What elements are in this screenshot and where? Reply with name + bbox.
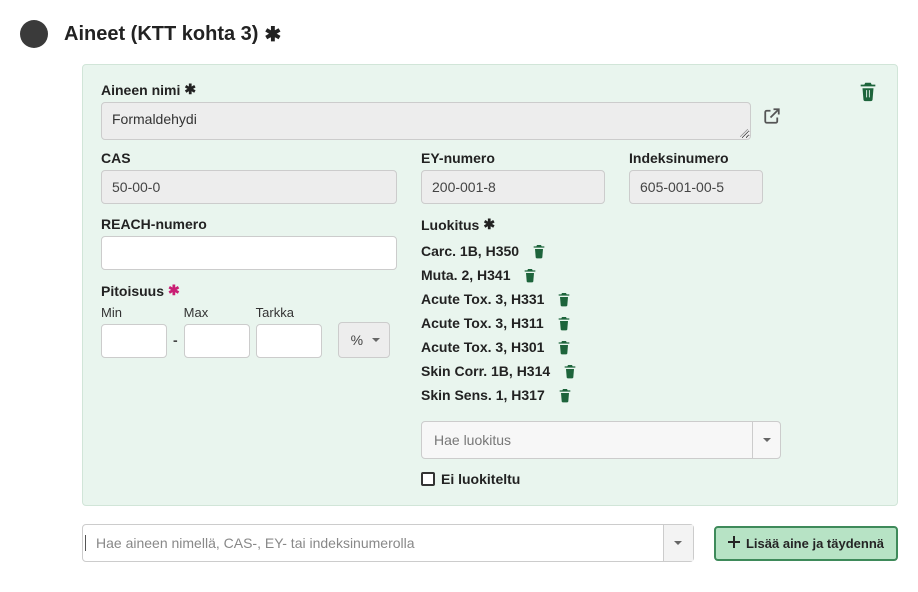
name-label: Aineen nimi ✱ xyxy=(101,81,751,98)
classification-list: Carc. 1B, H350 Muta. 2, H341 Acute Tox. 3,… xyxy=(421,239,879,407)
section-title: Aineet (KTT kohta 3) ✱ xyxy=(64,22,281,47)
classification-text: Muta. 2, H341 xyxy=(421,267,510,283)
substance-search-placeholder: Hae aineen nimellä, CAS-, EY- tai indeks… xyxy=(85,535,663,551)
delete-classification-button[interactable] xyxy=(556,314,572,332)
cas-input[interactable] xyxy=(101,170,397,204)
classification-text: Skin Corr. 1B, H314 xyxy=(421,363,550,379)
ey-label: EY-numero xyxy=(421,150,605,166)
chevron-down-icon xyxy=(663,525,693,561)
delete-classification-button[interactable] xyxy=(522,266,538,284)
min-label: Min xyxy=(101,305,167,320)
reach-input[interactable] xyxy=(101,236,397,270)
delete-classification-button[interactable] xyxy=(557,386,573,404)
classification-row: Muta. 2, H341 xyxy=(421,263,879,287)
cas-label: CAS xyxy=(101,150,397,166)
luokitus-label: Luokitus ✱ xyxy=(421,216,879,233)
reach-label: REACH-numero xyxy=(101,216,397,232)
delete-substance-button[interactable] xyxy=(857,79,879,106)
classification-row: Carc. 1B, H350 xyxy=(421,239,879,263)
required-indicator: ✱ xyxy=(264,22,281,47)
not-classified-label: Ei luokiteltu xyxy=(441,471,520,487)
classification-text: Skin Sens. 1, H317 xyxy=(421,387,545,403)
pitoisuus-label: Pitoisuus✱ xyxy=(101,282,397,299)
delete-classification-button[interactable] xyxy=(562,362,578,380)
range-dash: - xyxy=(173,332,178,358)
classification-text: Acute Tox. 3, H331 xyxy=(421,291,544,307)
max-label: Max xyxy=(184,305,250,320)
substance-panel: Aineen nimi ✱ Formaldehydi CAS EY-numero xyxy=(82,64,898,506)
max-input[interactable] xyxy=(184,324,250,358)
classification-row: Acute Tox. 3, H311 xyxy=(421,311,879,335)
not-classified-checkbox[interactable] xyxy=(421,472,435,486)
classification-row: Skin Corr. 1B, H314 xyxy=(421,359,879,383)
unit-select[interactable]: % xyxy=(338,322,390,358)
name-input[interactable]: Formaldehydi xyxy=(101,102,751,140)
delete-classification-button[interactable] xyxy=(531,242,547,260)
idx-input[interactable] xyxy=(629,170,763,204)
ey-input[interactable] xyxy=(421,170,605,204)
external-link-icon[interactable] xyxy=(763,107,781,125)
required-indicator: ✱ xyxy=(483,216,495,233)
classification-text: Acute Tox. 3, H301 xyxy=(421,339,544,355)
chevron-down-icon xyxy=(371,335,381,345)
section-bullet[interactable] xyxy=(20,20,48,48)
tarkka-label: Tarkka xyxy=(256,305,322,320)
classification-row: Acute Tox. 3, H301 xyxy=(421,335,879,359)
delete-classification-button[interactable] xyxy=(556,338,572,356)
chevron-down-icon xyxy=(752,422,780,458)
delete-classification-button[interactable] xyxy=(556,290,572,308)
classification-text: Carc. 1B, H350 xyxy=(421,243,519,259)
classification-row: Skin Sens. 1, H317 xyxy=(421,383,879,407)
required-indicator: ✱ xyxy=(168,282,180,299)
classification-search-placeholder: Hae luokitus xyxy=(434,432,511,448)
idx-label: Indeksinumero xyxy=(629,150,763,166)
tarkka-input[interactable] xyxy=(256,324,322,358)
classification-text: Acute Tox. 3, H311 xyxy=(421,315,544,331)
substance-search-select[interactable]: Hae aineen nimellä, CAS-, EY- tai indeks… xyxy=(82,524,694,562)
plus-icon xyxy=(728,536,740,551)
min-input[interactable] xyxy=(101,324,167,358)
classification-search-select[interactable]: Hae luokitus xyxy=(421,421,781,459)
required-indicator: ✱ xyxy=(184,81,196,98)
add-substance-button[interactable]: Lisää aine ja täydennä xyxy=(714,526,898,561)
classification-row: Acute Tox. 3, H331 xyxy=(421,287,879,311)
